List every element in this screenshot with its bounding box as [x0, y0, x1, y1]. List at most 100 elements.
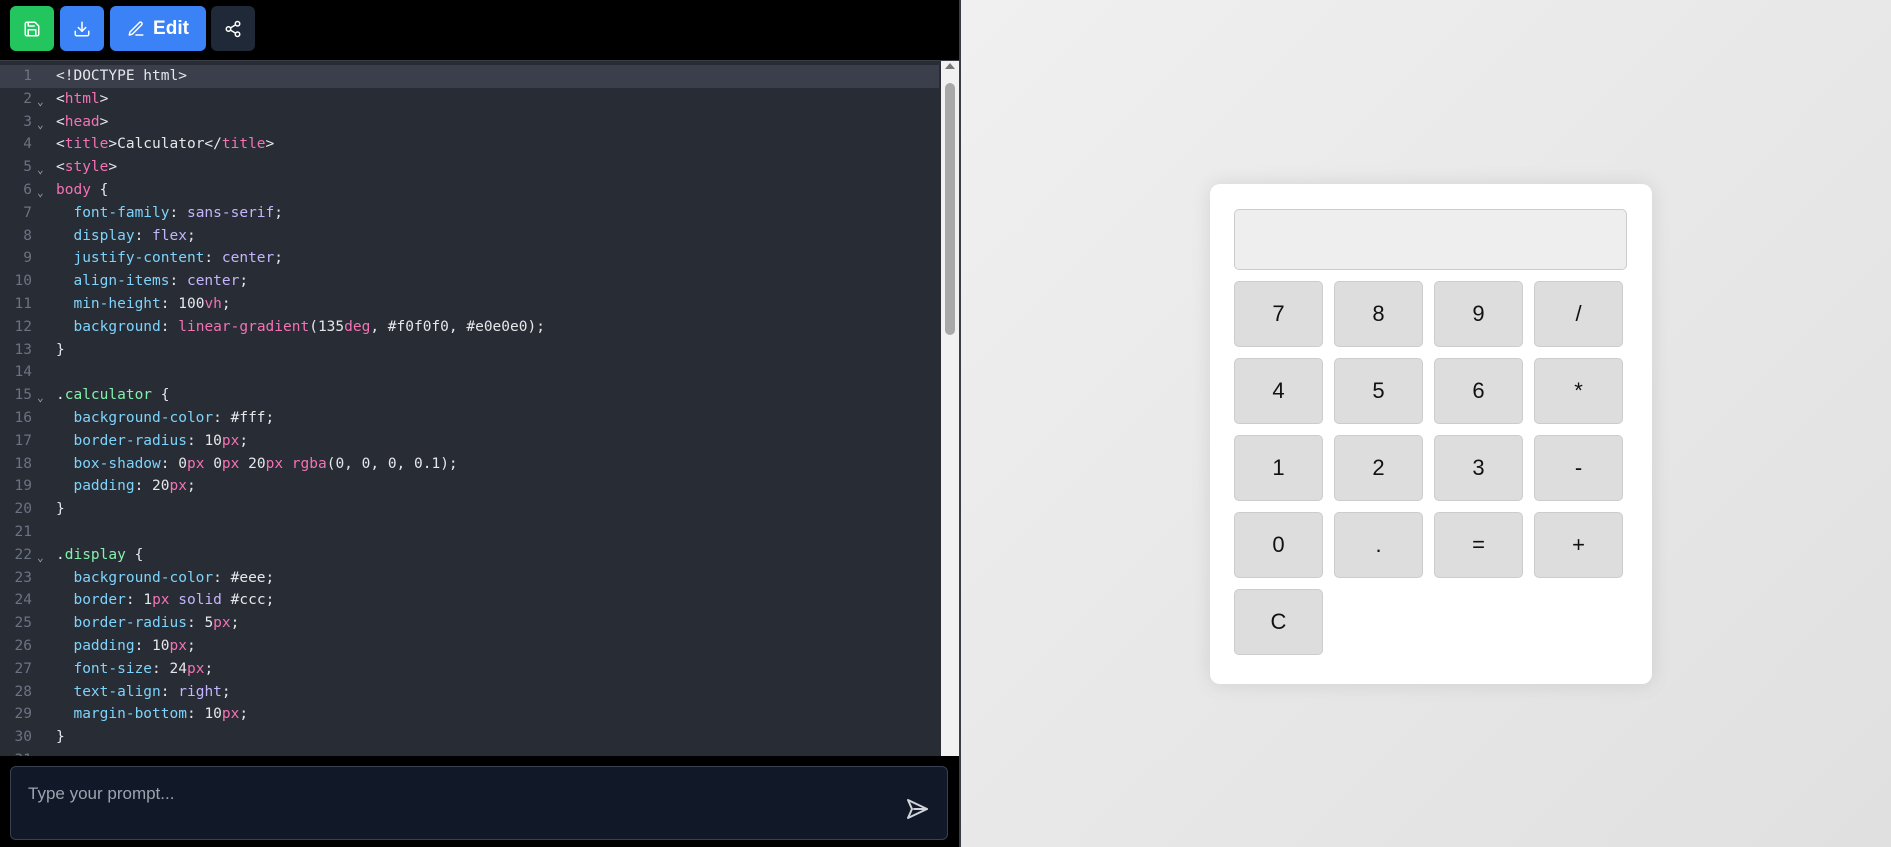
code-line[interactable]: 7 font-family: sans-serif;	[0, 202, 939, 225]
code-token: 10	[152, 637, 170, 654]
code-line[interactable]: 4 <title>Calculator</title>	[0, 133, 939, 156]
code-token: 1	[143, 592, 153, 609]
code-token: {	[152, 387, 170, 404]
key-subtract[interactable]: -	[1534, 435, 1623, 501]
code-line[interactable]: 12 background: linear-gradient(135deg, #…	[0, 316, 939, 339]
code-token: background-color	[73, 569, 214, 586]
send-button[interactable]	[905, 797, 929, 821]
key-7[interactable]: 7	[1234, 281, 1323, 347]
line-number: 13	[14, 341, 32, 358]
code-token: box-shadow	[73, 455, 161, 472]
key-equals[interactable]: =	[1434, 512, 1523, 578]
key-0[interactable]: 0	[1234, 512, 1323, 578]
code-line[interactable]: 2 ⌄ <html>	[0, 88, 939, 111]
code-token: 135	[317, 318, 345, 335]
code-editor[interactable]: 1 <!DOCTYPE html> 2 ⌄ <html> 3 ⌄ <head> 4 <title>…	[0, 60, 959, 757]
line-number: 23	[14, 569, 32, 586]
code-text: }	[56, 339, 65, 362]
scroll-up-arrow-icon[interactable]	[945, 63, 955, 69]
code-token: px	[213, 615, 231, 632]
code-token: <	[56, 136, 65, 153]
key-9[interactable]: 9	[1434, 281, 1523, 347]
app-root: Edit 1 <!DOCTYPE html> 2 ⌄ <html> 3 ⌄ <head> 4 <t…	[0, 0, 1891, 847]
key-4[interactable]: 4	[1234, 358, 1323, 424]
code-token: ;	[239, 273, 249, 290]
code-line[interactable]: 16 background-color: #fff;	[0, 407, 939, 430]
code-line[interactable]: 8 display: flex;	[0, 225, 939, 248]
code-line[interactable]: 28 text-align: right;	[0, 681, 939, 704]
key-1[interactable]: 1	[1234, 435, 1323, 501]
line-number: 4	[23, 136, 32, 153]
code-line[interactable]: 25 border-radius: 5px;	[0, 612, 939, 635]
code-token: :	[204, 250, 222, 267]
code-line[interactable]: 29 margin-bottom: 10px;	[0, 703, 939, 726]
code-line[interactable]: 20}	[0, 498, 939, 521]
code-line[interactable]: 3 ⌄ <head>	[0, 111, 939, 134]
code-line[interactable]: 30}	[0, 726, 939, 749]
code-token: align-items	[73, 273, 170, 290]
code-text: <style>	[56, 156, 117, 179]
code-token: ;	[186, 637, 196, 654]
code-token: (0, 0, 0, 0.1);	[326, 455, 458, 472]
code-line[interactable]: 26 padding: 10px;	[0, 635, 939, 658]
code-line[interactable]: 17 border-radius: 10px;	[0, 430, 939, 453]
code-line[interactable]: 23 background-color: #eee;	[0, 567, 939, 590]
code-line[interactable]: 15 ⌄ .calculator {	[0, 384, 939, 407]
code-token: .	[56, 387, 65, 404]
code-line[interactable]: 1 <!DOCTYPE html>	[0, 65, 939, 88]
key-3[interactable]: 3	[1434, 435, 1523, 501]
code-token: :	[160, 683, 179, 700]
key-8[interactable]: 8	[1334, 281, 1423, 347]
code-line[interactable]: 11 min-height: 100vh;	[0, 293, 939, 316]
line-number: 18	[14, 455, 32, 472]
code-line[interactable]: 21	[0, 521, 939, 544]
share-button[interactable]	[211, 6, 255, 51]
code-token: padding	[73, 478, 135, 495]
code-line[interactable]: 6 ⌄ body {	[0, 179, 939, 202]
scroll-thumb[interactable]	[945, 83, 955, 335]
line-number: 11	[14, 295, 32, 312]
code-line[interactable]: 18 box-shadow: 0px 0px 20px rgba(0, 0, 0…	[0, 453, 939, 476]
code-line[interactable]: 14	[0, 361, 939, 384]
key-clear[interactable]: C	[1234, 589, 1323, 655]
key-2[interactable]: 2	[1334, 435, 1423, 501]
download-button[interactable]	[60, 6, 104, 51]
code-line[interactable]: 10 align-items: center;	[0, 270, 939, 293]
key-divide[interactable]: /	[1534, 281, 1623, 347]
code-token: flex	[152, 227, 187, 244]
code-token: {	[90, 181, 109, 198]
code-token: >	[265, 136, 275, 153]
key-6[interactable]: 6	[1434, 358, 1523, 424]
save-button[interactable]	[10, 6, 54, 51]
line-number: 21	[14, 523, 32, 540]
line-number: 28	[14, 683, 32, 700]
code-token: 100	[178, 295, 205, 312]
code-line[interactable]: 27 font-size: 24px;	[0, 658, 939, 681]
line-number: 20	[14, 501, 32, 518]
edit-button[interactable]: Edit	[110, 6, 206, 51]
key-multiply[interactable]: *	[1534, 358, 1623, 424]
code-line[interactable]: 13}	[0, 339, 939, 362]
key-add[interactable]: +	[1534, 512, 1623, 578]
prompt-input[interactable]	[26, 779, 890, 809]
code-text: display: flex;	[56, 225, 196, 248]
code-line[interactable]: 5 ⌄ <style>	[0, 156, 939, 179]
key-5[interactable]: 5	[1334, 358, 1423, 424]
key-decimal[interactable]: .	[1334, 512, 1423, 578]
code-text: <title>Calculator</title>	[56, 133, 274, 156]
code-line[interactable]: 24 border: 1px solid #ccc;	[0, 589, 939, 612]
line-number: 1	[23, 68, 32, 84]
code-line[interactable]: 19 padding: 20px;	[0, 475, 939, 498]
code-pane: Edit 1 <!DOCTYPE html> 2 ⌄ <html> 3 ⌄ <head> 4 <t…	[0, 0, 959, 847]
code-token: ;	[186, 227, 196, 244]
code-line[interactable]: 22 ⌄ .display {	[0, 544, 939, 567]
code-token: , #f0f0f0, #e0e0e0);	[370, 318, 545, 335]
editor-scrollbar[interactable]	[941, 61, 959, 757]
code-line[interactable]: 9 justify-content: center;	[0, 247, 939, 270]
